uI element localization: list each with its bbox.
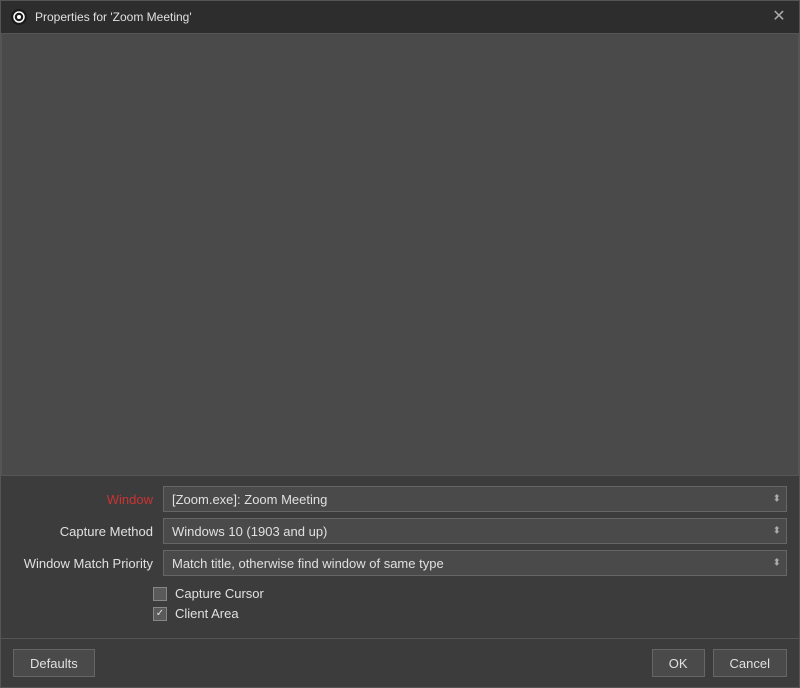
window-row: Window [Zoom.exe]: Zoom Meeting ⬍ (1, 486, 799, 512)
cancel-button[interactable]: Cancel (713, 649, 787, 677)
capture-cursor-row: Capture Cursor (153, 586, 787, 601)
footer: Defaults OK Cancel (1, 638, 799, 687)
dialog-title: Properties for 'Zoom Meeting' (35, 10, 192, 24)
obs-logo-icon (13, 11, 25, 23)
client-area-row: Client Area (153, 606, 787, 621)
window-match-priority-select[interactable]: Match title, otherwise find window of sa… (163, 550, 787, 576)
capture-method-label: Capture Method (13, 524, 153, 539)
footer-right: OK Cancel (652, 649, 787, 677)
window-match-priority-row: Window Match Priority Match title, other… (1, 550, 799, 576)
checkboxes-area: Capture Cursor Client Area (1, 582, 799, 630)
dialog: Properties for 'Zoom Meeting' ✕ Window [… (0, 0, 800, 688)
title-bar-left: Properties for 'Zoom Meeting' (11, 9, 192, 25)
capture-method-select-wrapper: Windows 10 (1903 and up) ⬍ (163, 518, 787, 544)
controls-area: Window [Zoom.exe]: Zoom Meeting ⬍ Captur… (1, 476, 799, 638)
app-icon (11, 9, 27, 25)
title-bar: Properties for 'Zoom Meeting' ✕ (1, 1, 799, 33)
close-button[interactable]: ✕ (769, 7, 789, 27)
window-select[interactable]: [Zoom.exe]: Zoom Meeting (163, 486, 787, 512)
ok-button[interactable]: OK (652, 649, 705, 677)
capture-method-row: Capture Method Windows 10 (1903 and up) … (1, 518, 799, 544)
capture-cursor-label: Capture Cursor (175, 586, 264, 601)
client-area-checkbox[interactable] (153, 607, 167, 621)
defaults-button[interactable]: Defaults (13, 649, 95, 677)
client-area-label: Client Area (175, 606, 239, 621)
window-select-wrapper: [Zoom.exe]: Zoom Meeting ⬍ (163, 486, 787, 512)
window-match-priority-label: Window Match Priority (13, 556, 153, 571)
capture-method-select[interactable]: Windows 10 (1903 and up) (163, 518, 787, 544)
capture-cursor-checkbox[interactable] (153, 587, 167, 601)
window-match-priority-select-wrapper: Match title, otherwise find window of sa… (163, 550, 787, 576)
window-label: Window (13, 492, 153, 507)
preview-area (1, 33, 799, 476)
